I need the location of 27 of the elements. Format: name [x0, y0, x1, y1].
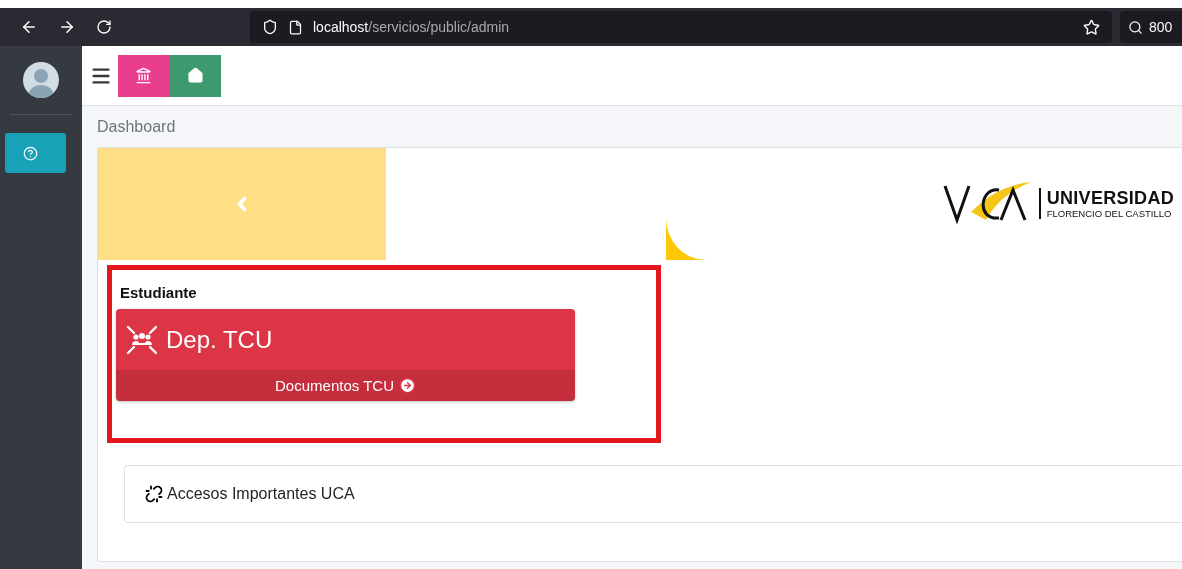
back-icon[interactable] [20, 18, 38, 36]
institution-button[interactable] [118, 54, 169, 97]
section-title: Estudiante [120, 284, 198, 301]
forward-icon[interactable] [58, 18, 76, 36]
url-host: localhost [313, 19, 369, 35]
card-title: Dep. TCU [166, 325, 273, 354]
broken-link-icon [145, 485, 163, 503]
home-icon [186, 67, 204, 84]
university-logo: UNIVERSIDAD FLORENCIO DEL CASTILLO [940, 182, 1174, 224]
home-button[interactable] [169, 54, 221, 97]
avatar-icon [23, 62, 59, 98]
card-link[interactable]: Documentos TCU [116, 370, 575, 401]
reload-icon[interactable] [96, 19, 112, 35]
bookmark-star-icon[interactable] [1083, 18, 1100, 36]
url-path: /servicios/public/admin [368, 19, 510, 35]
help-button[interactable] [4, 133, 66, 173]
search-icon [1128, 19, 1143, 35]
group-icon [126, 324, 158, 355]
address-bar[interactable]: localhost/servicios/public/admin [250, 11, 1112, 43]
shield-icon [262, 19, 278, 35]
page-icon [288, 19, 303, 35]
help-icon [22, 145, 38, 161]
breadcrumb: Dashboard [96, 116, 177, 137]
bank-building-icon [135, 67, 152, 84]
search-field[interactable]: 800 [1120, 11, 1182, 43]
links-panel-title: Accesos Importantes UCA [167, 485, 355, 503]
arrow-circle-icon [398, 377, 416, 394]
